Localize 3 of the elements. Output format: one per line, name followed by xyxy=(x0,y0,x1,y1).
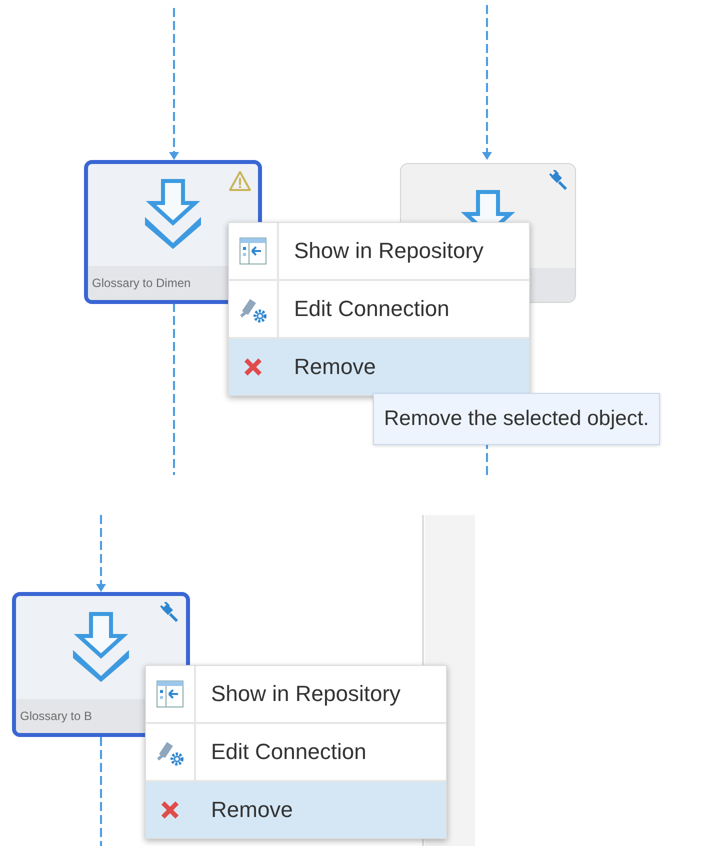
tooltip: Remove the selected object. xyxy=(373,393,660,445)
node-label: Glossary to Dimen xyxy=(92,276,191,290)
node-label: Glossary to B xyxy=(20,709,92,723)
